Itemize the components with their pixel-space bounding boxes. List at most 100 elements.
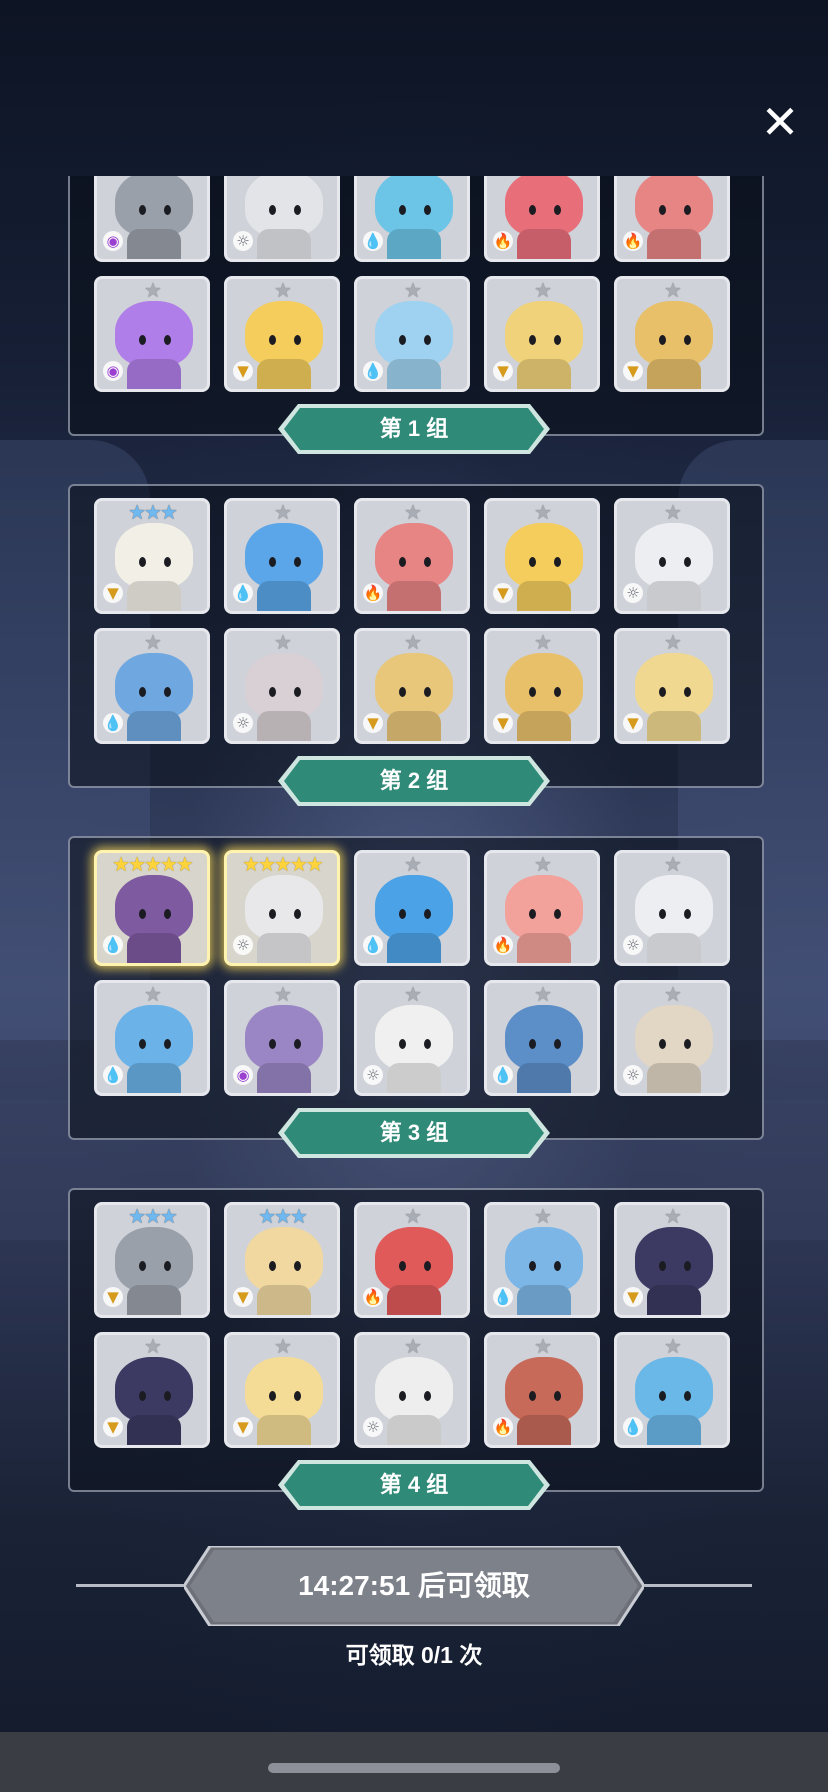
star-rating: ★★★★★	[112, 852, 194, 876]
hero-card[interactable]: ★ ☼	[354, 980, 470, 1096]
hero-card[interactable]: ★ ☼	[614, 498, 730, 614]
hero-eyes	[265, 205, 305, 215]
star-rating: ★	[534, 1334, 552, 1358]
hero-card[interactable]: ★🔥	[484, 1332, 600, 1448]
hero-card[interactable]: ★★★ ▼	[94, 1202, 210, 1318]
hero-portrait	[375, 523, 453, 589]
hero-card[interactable]: ★💧	[484, 1202, 600, 1318]
hero-card[interactable]: ★ ▼	[484, 276, 600, 392]
hero-portrait	[635, 523, 713, 589]
earth-element-icon: ▼	[233, 361, 253, 381]
hero-eyes	[395, 205, 435, 215]
hero-card[interactable]: ★🔥	[354, 1202, 470, 1318]
water-element-icon: 💧	[363, 231, 383, 251]
hero-card[interactable]: ★ ▼	[484, 628, 600, 744]
hero-body	[517, 229, 571, 259]
water-element-icon: 💧	[493, 1287, 513, 1307]
hero-card[interactable]: ★ ◉	[94, 276, 210, 392]
hero-eyes	[525, 1039, 565, 1049]
hero-body	[387, 1415, 441, 1445]
earth-element-icon: ▼	[623, 1287, 643, 1307]
hero-eyes	[395, 335, 435, 345]
fire-element-icon: 🔥	[493, 231, 513, 251]
hero-card[interactable]: ★ ☼	[354, 1332, 470, 1448]
hero-body	[257, 933, 311, 963]
claim-divider-right	[640, 1584, 752, 1587]
hero-card[interactable]: ★💧	[484, 980, 600, 1096]
hero-portrait	[115, 1227, 193, 1293]
hero-card[interactable]: ★💧	[614, 1332, 730, 1448]
fire-element-icon: 🔥	[623, 231, 643, 251]
hero-portrait	[115, 1005, 193, 1071]
hero-card[interactable]: ★ ☼	[614, 850, 730, 966]
bottom-bar	[0, 1732, 828, 1792]
star-rating: ★★★★★	[242, 852, 324, 876]
hero-card[interactable]: ★ ▼	[94, 1332, 210, 1448]
star-rating: ★	[404, 630, 422, 654]
hero-portrait	[245, 1357, 323, 1423]
hero-body	[387, 1285, 441, 1315]
hero-card[interactable]: ★★★★★ 💧	[94, 850, 210, 966]
hero-body	[647, 1415, 701, 1445]
hero-eyes	[655, 205, 695, 215]
hero-body	[127, 1415, 181, 1445]
hero-card[interactable]: ★ ▼	[224, 1332, 340, 1448]
hero-card[interactable]: ★💧	[354, 276, 470, 392]
hero-card[interactable]: ★ ▼	[484, 498, 600, 614]
hero-card[interactable]: ★🔥	[484, 850, 600, 966]
hero-card[interactable]: ★★★◉	[94, 176, 210, 262]
hero-card[interactable]: ★🔥	[614, 176, 730, 262]
hero-card[interactable]: ★🔥	[484, 176, 600, 262]
group-list-content: ★★★◉★★★☼★💧★🔥★🔥★◉★▼★💧★▼★▼第 1 组★★★▼★💧★🔥★▼★…	[0, 176, 828, 1512]
hero-body	[647, 581, 701, 611]
hero-card[interactable]: ★💧	[354, 850, 470, 966]
star-rating: ★	[144, 630, 162, 654]
claim-button[interactable]: 14:27:51 后可领取	[184, 1546, 644, 1626]
star-rating: ★	[274, 982, 292, 1006]
hero-portrait	[505, 875, 583, 941]
group-label: 第 1 组	[379, 416, 449, 441]
hero-portrait	[245, 523, 323, 589]
star-rating: ★	[274, 500, 292, 524]
hero-portrait	[635, 1227, 713, 1293]
hero-card[interactable]: ★ ☼	[614, 980, 730, 1096]
hero-card[interactable]: ★ ☼	[224, 628, 340, 744]
hero-portrait	[375, 875, 453, 941]
hero-portrait	[375, 1005, 453, 1071]
hero-portrait	[375, 301, 453, 367]
group-list[interactable]: ★★★◉★★★☼★💧★🔥★🔥★◉★▼★💧★▼★▼第 1 组★★★▼★💧★🔥★▼★…	[0, 176, 828, 1512]
star-rating: ★★★	[258, 1204, 308, 1228]
hero-portrait	[115, 1357, 193, 1423]
hero-card[interactable]: ★🔥	[354, 498, 470, 614]
hero-card[interactable]: ★💧	[94, 628, 210, 744]
hero-card[interactable]: ★ ▼	[224, 276, 340, 392]
hero-eyes	[525, 1261, 565, 1271]
hero-eyes	[135, 557, 175, 567]
hero-card[interactable]: ★ ▼	[614, 1202, 730, 1318]
hero-card[interactable]: ★💧	[354, 176, 470, 262]
hero-card[interactable]: ★ ▼	[614, 276, 730, 392]
hero-card[interactable]: ★★★ ▼	[224, 1202, 340, 1318]
hero-body	[517, 1063, 571, 1093]
earth-element-icon: ▼	[363, 713, 383, 733]
home-indicator[interactable]	[268, 1763, 560, 1773]
close-icon[interactable]: ✕	[758, 99, 802, 145]
hero-card[interactable]: ★★★ ▼	[94, 498, 210, 614]
hero-eyes	[135, 1261, 175, 1271]
hero-body	[387, 359, 441, 389]
hero-body	[647, 359, 701, 389]
hero-eyes	[135, 909, 175, 919]
hero-grid: ★★★★★ 💧 ★★★★★ ☼ ★ 💧 ★ 🔥 ★ ☼ ★ 💧 ★ ◉ ★ ☼ ★ 💧 ★ ☼	[94, 850, 730, 1096]
hero-card[interactable]: ★💧	[224, 498, 340, 614]
hero-card[interactable]: ★★★☼	[224, 176, 340, 262]
hero-card[interactable]: ★ ◉	[224, 980, 340, 1096]
hero-eyes	[265, 1391, 305, 1401]
hero-card[interactable]: ★💧	[94, 980, 210, 1096]
hero-portrait	[375, 1227, 453, 1293]
hero-card[interactable]: ★ ▼	[614, 628, 730, 744]
hero-card[interactable]: ★ ▼	[354, 628, 470, 744]
star-rating: ★	[534, 500, 552, 524]
hero-card[interactable]: ★★★★★ ☼	[224, 850, 340, 966]
star-rating: ★	[664, 1334, 682, 1358]
hero-body	[257, 1063, 311, 1093]
